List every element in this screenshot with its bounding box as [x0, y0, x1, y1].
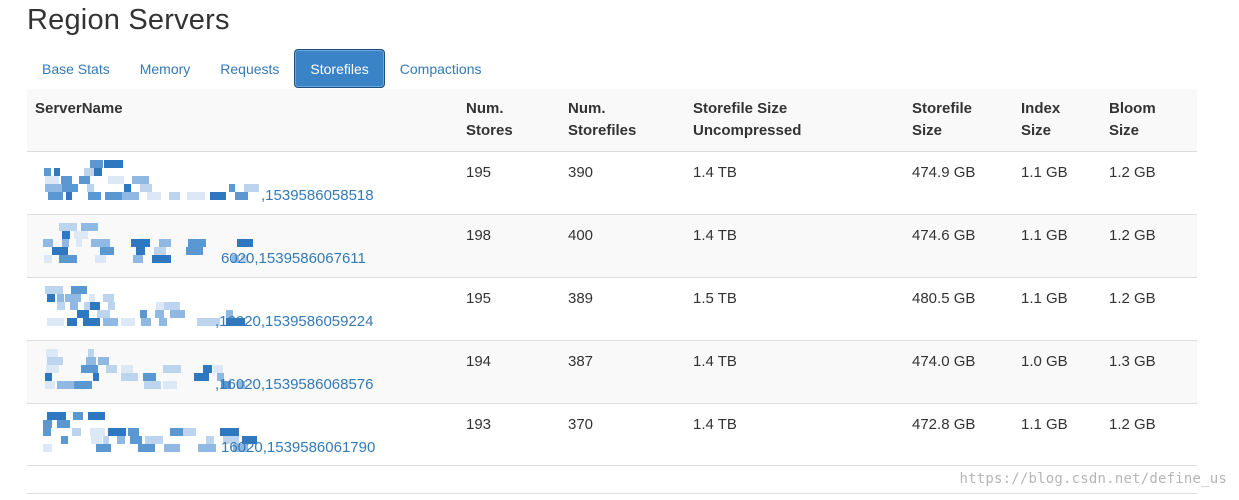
tab-storefiles[interactable]: Storefiles — [294, 49, 385, 88]
bloom-size-cell: 1.3 GB — [1109, 353, 1156, 370]
header-num-stores: Num. Stores — [466, 100, 513, 139]
page-title: Region Servers — [27, 4, 230, 36]
storefiles-table: ServerName Num. Stores Num. Storefiles Sto… — [27, 89, 1197, 466]
server-name-cell: 16020,1539586061790 — [27, 404, 458, 465]
table-row: ,16020,1539586068576 194 387 1.4 TB 474.… — [27, 340, 1197, 403]
index-size-cell: 1.0 GB — [1021, 353, 1068, 370]
num-stores-cell: 198 — [466, 227, 492, 244]
table-row: ,1539586058518 195 390 1.4 TB 474.9 GB 1… — [27, 151, 1197, 214]
region-servers-page: Region Servers Base Stats Memory Request… — [0, 0, 1239, 500]
num-stores-cell: 195 — [466, 290, 492, 307]
tab-base-stats[interactable]: Base Stats — [27, 49, 125, 88]
server-name-link[interactable]: 6020,1539586067611 — [221, 248, 366, 270]
uncompressed-size-cell: 1.4 TB — [693, 353, 737, 370]
bloom-size-cell: 1.2 GB — [1109, 416, 1156, 433]
server-name-cell: ,16020,1539586059224 — [27, 278, 458, 340]
bloom-size-cell: 1.2 GB — [1109, 290, 1156, 307]
region-server-tabs: Base Stats Memory Requests Storefiles Co… — [27, 49, 496, 88]
header-storefile-size-uncompressed: Storefile Size Uncompressed — [693, 100, 802, 139]
tab-requests[interactable]: Requests — [205, 49, 294, 88]
server-name-cell: ,1539586058518 — [27, 152, 458, 214]
num-stores-cell: 195 — [466, 164, 492, 181]
server-name-link[interactable]: 16020,1539586061790 — [221, 437, 375, 459]
num-storefiles-cell: 389 — [568, 290, 594, 307]
storefile-size-cell: 474.9 GB — [912, 164, 976, 181]
storefile-size-cell: 474.6 GB — [912, 227, 976, 244]
uncompressed-size-cell: 1.5 TB — [693, 290, 737, 307]
index-size-cell: 1.1 GB — [1021, 164, 1068, 181]
watermark-url: https://blog.csdn.net/define_us — [959, 471, 1227, 487]
header-bloom-size: Bloom Size — [1109, 100, 1156, 139]
header-server-name: ServerName — [35, 100, 123, 117]
header-storefile-size: Storefile Size — [912, 100, 973, 139]
tab-memory[interactable]: Memory — [125, 49, 206, 88]
bloom-size-cell: 1.2 GB — [1109, 227, 1156, 244]
index-size-cell: 1.1 GB — [1021, 416, 1068, 433]
table-row: 16020,1539586061790 193 370 1.4 TB 472.8… — [27, 403, 1197, 466]
num-storefiles-cell: 390 — [568, 164, 594, 181]
table-header-row: ServerName Num. Stores Num. Storefiles Sto… — [27, 89, 1197, 151]
num-storefiles-cell: 370 — [568, 416, 594, 433]
table-row: 6020,1539586067611 198 400 1.4 TB 474.6 … — [27, 214, 1197, 277]
uncompressed-size-cell: 1.4 TB — [693, 227, 737, 244]
storefile-size-cell: 472.8 GB — [912, 416, 976, 433]
uncompressed-size-cell: 1.4 TB — [693, 164, 737, 181]
redacted-hostname — [35, 160, 275, 208]
num-stores-cell: 193 — [466, 416, 492, 433]
server-name-link[interactable]: ,16020,1539586059224 — [215, 311, 374, 333]
header-index-size: Index Size — [1021, 100, 1061, 139]
server-name-link[interactable]: ,1539586058518 — [261, 185, 374, 207]
index-size-cell: 1.1 GB — [1021, 227, 1068, 244]
uncompressed-size-cell: 1.4 TB — [693, 416, 737, 433]
table-row: ,16020,1539586059224 195 389 1.5 TB 480.… — [27, 277, 1197, 340]
header-num-storefiles: Num. Storefiles — [568, 100, 637, 139]
server-name-link[interactable]: ,16020,1539586068576 — [215, 374, 374, 396]
num-stores-cell: 194 — [466, 353, 492, 370]
bloom-size-cell: 1.2 GB — [1109, 164, 1156, 181]
storefile-size-cell: 474.0 GB — [912, 353, 976, 370]
num-storefiles-cell: 387 — [568, 353, 594, 370]
server-name-cell: ,16020,1539586068576 — [27, 341, 458, 403]
tab-compactions[interactable]: Compactions — [385, 49, 497, 88]
server-name-cell: 6020,1539586067611 — [27, 215, 458, 277]
index-size-cell: 1.1 GB — [1021, 290, 1068, 307]
num-storefiles-cell: 400 — [568, 227, 594, 244]
storefile-size-cell: 480.5 GB — [912, 290, 976, 307]
divider — [27, 493, 1197, 494]
